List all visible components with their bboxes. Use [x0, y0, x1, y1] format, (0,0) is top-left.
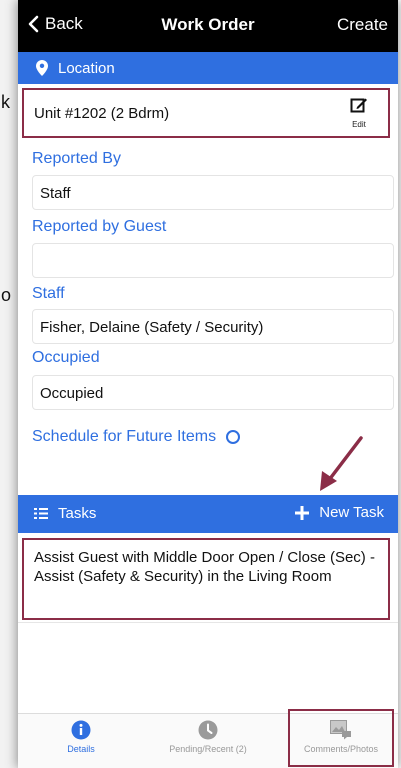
tasks-header-group: Tasks [34, 505, 96, 522]
tasks-header-label: Tasks [58, 505, 97, 522]
unit-name: Unit #1202 (2 Bdrm) [34, 105, 170, 122]
location-section-header: Location [18, 52, 398, 84]
annotation-arrow-icon [320, 436, 363, 491]
edit-label: Edit [352, 120, 366, 129]
occupied-field[interactable]: Occupied [32, 375, 394, 410]
tab-comments-photos-label: Comments/Photos [303, 744, 379, 754]
divider [18, 622, 398, 623]
location-header-label: Location [58, 60, 115, 77]
phone-screen: Back Work Order Create Location Unit #12… [18, 0, 398, 768]
photos-icon [330, 720, 351, 740]
reported-by-field[interactable]: Staff [32, 175, 394, 210]
tab-pending-recent[interactable]: Pending/Recent (2) [153, 718, 263, 754]
tab-comments-photos[interactable]: Comments/Photos [286, 718, 396, 754]
cropped-text-fragment: o [1, 285, 12, 305]
occupied-label: Occupied [32, 349, 100, 366]
navigation-bar: Back Work Order Create [18, 0, 398, 52]
info-icon [71, 720, 91, 740]
reported-by-guest-field[interactable] [32, 243, 394, 278]
list-icon [34, 508, 48, 519]
schedule-future-items-row[interactable]: Schedule for Future Items [32, 428, 241, 446]
tab-details-label: Details [67, 744, 95, 754]
location-unit-row[interactable]: Unit #1202 (2 Bdrm) Edit [22, 88, 390, 138]
tab-details[interactable]: Details [26, 718, 136, 754]
edit-button[interactable]: Edit [344, 96, 374, 129]
background-margin [0, 0, 18, 768]
create-button[interactable]: Create [337, 15, 388, 35]
staff-label: Staff [32, 285, 65, 302]
tasks-section-header: Tasks New Task [18, 495, 398, 533]
staff-field[interactable]: Fisher, Delaine (Safety / Security) [32, 309, 394, 344]
new-task-label: New Task [319, 504, 384, 521]
cropped-text-fragment: k [1, 92, 10, 112]
task-list-item[interactable]: Assist Guest with Middle Door Open / Clo… [22, 538, 390, 620]
edit-icon [350, 98, 367, 113]
tab-pending-recent-label: Pending/Recent (2) [169, 744, 247, 754]
reported-by-label: Reported By [32, 150, 121, 167]
new-task-button[interactable]: New Task [295, 504, 384, 521]
bottom-tab-bar: Details Pending/Recent (2) Comments/Phot… [18, 713, 398, 768]
task-description: Assist Guest with Middle Door Open / Clo… [34, 549, 375, 585]
schedule-future-items-label: Schedule for Future Items [32, 428, 217, 445]
location-pin-icon [36, 60, 48, 76]
plus-icon [295, 505, 310, 520]
reported-by-guest-label: Reported by Guest [32, 218, 167, 235]
clock-icon [198, 720, 218, 740]
schedule-radio-toggle[interactable] [226, 430, 241, 444]
